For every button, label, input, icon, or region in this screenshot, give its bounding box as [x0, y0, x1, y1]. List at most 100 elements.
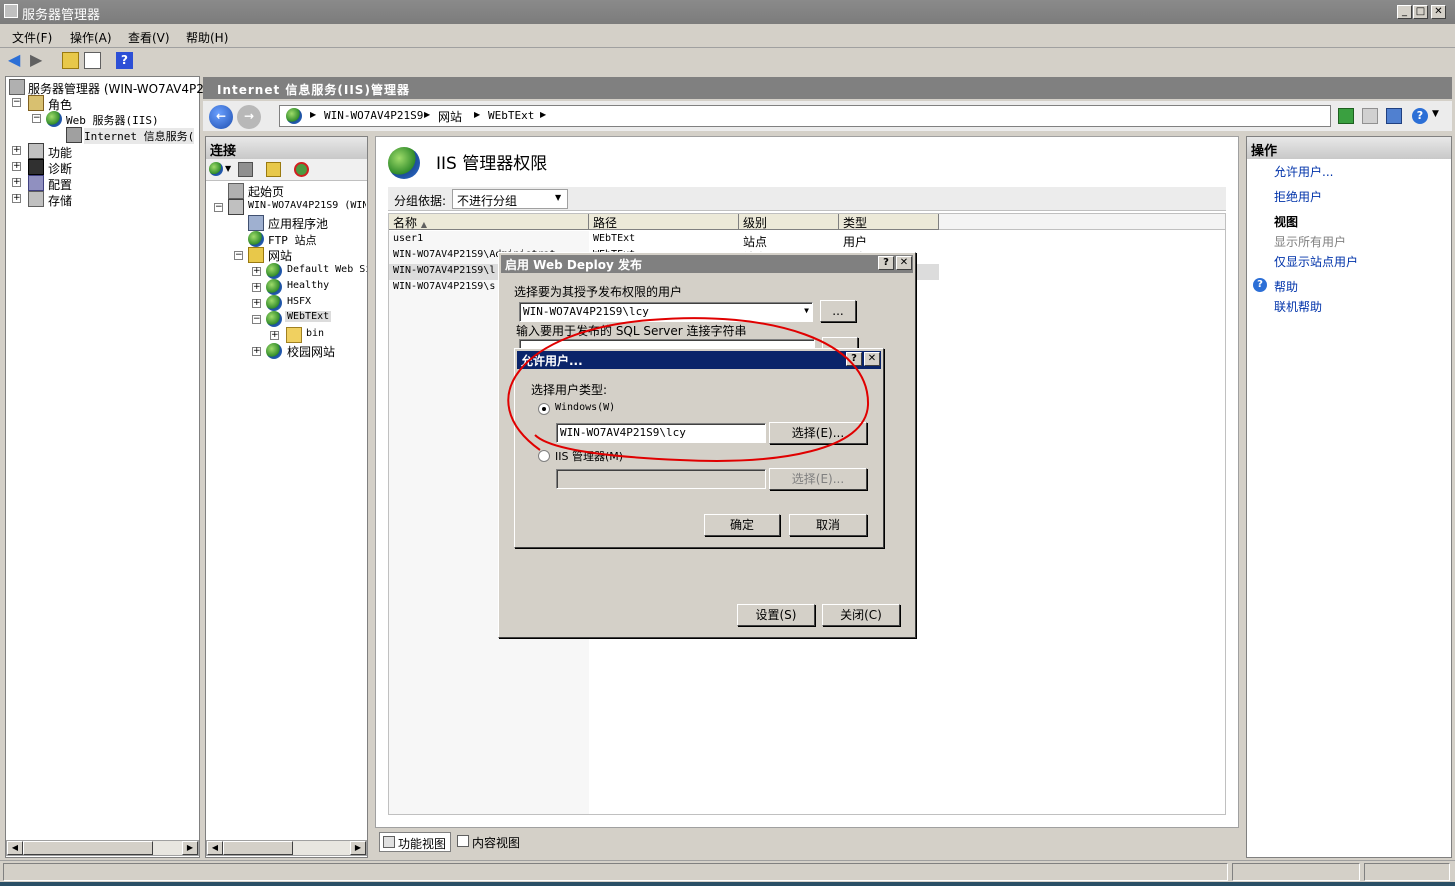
connect-globe-icon[interactable] — [209, 162, 223, 176]
ftp-icon — [248, 231, 264, 247]
site-globe-icon — [266, 311, 282, 327]
tree-web-server[interactable]: Web 服务器(IIS) — [66, 112, 159, 128]
scroll-right-button[interactable]: ▶ — [182, 841, 198, 855]
properties-icon[interactable] — [84, 52, 101, 69]
tree-sites[interactable]: 网站 — [268, 247, 292, 264]
stop-icon[interactable] — [1362, 108, 1378, 124]
save-icon[interactable] — [238, 162, 253, 177]
help-button[interactable]: ? — [878, 256, 894, 270]
nav-back-icon[interactable]: ← — [209, 105, 233, 129]
actions-pane: 操作 允许用户... 拒绝用户 视图 显示所有用户 仅显示站点用户 ? 帮助 联… — [1246, 136, 1452, 858]
chevron-down-icon[interactable]: ▼ — [225, 164, 231, 173]
tree-root[interactable]: 服务器管理器 (WIN-WO7AV4P21S — [28, 80, 219, 97]
address-field[interactable]: ▶ WIN-WO7AV4P21S9 ▶ 网站 ▶ WEbTExt ▶ — [279, 105, 1331, 127]
scroll-thumb[interactable] — [223, 841, 293, 855]
col-level[interactable]: 级别 — [739, 214, 839, 230]
expand-default-site[interactable]: + — [252, 267, 261, 276]
cancel-button[interactable]: 取消 — [789, 514, 867, 536]
menu-view[interactable]: 查看(V) — [128, 29, 170, 46]
server-manager-icon — [9, 79, 25, 95]
expand-bin[interactable]: + — [270, 331, 279, 340]
scroll-left-button[interactable]: ◀ — [7, 841, 23, 855]
tree-bin[interactable]: bin — [306, 328, 324, 339]
tree-features[interactable]: 功能 — [48, 144, 72, 161]
scroll-thumb[interactable] — [23, 841, 153, 855]
refresh-icon[interactable] — [1338, 108, 1354, 124]
nav-forward-icon[interactable]: → — [237, 105, 261, 129]
expand-healthy[interactable]: + — [252, 283, 261, 292]
up-folder-icon[interactable] — [62, 52, 79, 69]
tab-features-view-label: 功能视图 — [398, 837, 447, 851]
tree-start-page[interactable]: 起始页 — [248, 183, 284, 200]
breadcrumb-sep-icon: ▶ — [540, 110, 547, 119]
minimize-button[interactable]: _ — [1397, 5, 1412, 19]
breadcrumb-site[interactable]: WEbTExt — [488, 109, 534, 122]
expand-campus-site[interactable]: + — [252, 347, 261, 356]
disconnect-icon[interactable] — [294, 162, 309, 177]
action-show-site-users[interactable]: 仅显示站点用户 — [1274, 253, 1358, 270]
tree-campus-site[interactable]: 校园网站 — [287, 343, 335, 360]
chevron-down-icon[interactable]: ▼ — [1432, 109, 1439, 119]
up-folder-icon[interactable] — [266, 162, 281, 177]
menu-action[interactable]: 操作(A) — [70, 29, 112, 46]
table-row[interactable]: user1 WEbTExt 站点 用户 — [389, 232, 949, 249]
col-path[interactable]: 路径 — [589, 214, 739, 230]
ok-button[interactable]: 确定 — [704, 514, 780, 536]
deploy-close-button[interactable]: 关闭(C) — [822, 604, 900, 626]
expand-storage[interactable]: + — [12, 194, 21, 203]
back-arrow-icon[interactable]: ◀ — [8, 52, 25, 69]
deploy-setup-button[interactable]: 设置(S) — [737, 604, 815, 626]
expand-diagnostics[interactable]: + — [12, 162, 21, 171]
tree-configuration[interactable]: 配置 — [48, 176, 72, 193]
collapse-sites[interactable]: − — [234, 251, 243, 260]
help-dropdown-icon[interactable]: ? — [1412, 108, 1428, 124]
web-server-icon — [46, 111, 62, 127]
group-select[interactable]: 不进行分组 ▼ — [452, 189, 568, 209]
collapse-server[interactable]: − — [214, 203, 223, 212]
tree-webtext[interactable]: WEbTExt — [285, 311, 332, 322]
features-view-icon — [383, 836, 395, 848]
scroll-left-button[interactable]: ◀ — [207, 841, 223, 855]
close-button[interactable]: ✕ — [1431, 5, 1446, 19]
tree-hsfx[interactable]: HSFX — [287, 296, 311, 307]
action-deny-user[interactable]: 拒绝用户 — [1274, 188, 1322, 205]
tab-features-view[interactable]: 功能视图 — [379, 832, 451, 852]
maximize-button[interactable]: □ — [1413, 5, 1428, 19]
tab-content-view[interactable]: 内容视图 — [455, 832, 527, 852]
expand-hsfx[interactable]: + — [252, 299, 261, 308]
col-type[interactable]: 类型 — [839, 214, 939, 230]
close-button[interactable]: ✕ — [896, 256, 912, 270]
tree-storage[interactable]: 存储 — [48, 192, 72, 209]
tree-iis[interactable]: Internet 信息服务( — [84, 128, 195, 144]
tree-default-site[interactable]: Default Web Si — [287, 264, 367, 275]
group-label: 分组依据: — [394, 194, 447, 208]
menu-help[interactable]: 帮助(H) — [186, 29, 228, 46]
tree-server[interactable]: WIN-WO7AV4P21S9 (WIN — [248, 200, 366, 211]
left-tree-hscroll[interactable]: ◀ ▶ — [6, 840, 199, 856]
collapse-roles[interactable]: − — [12, 98, 21, 107]
menu-file[interactable]: 文件(F) — [12, 29, 52, 46]
breadcrumb-sites[interactable]: 网站 — [438, 108, 462, 125]
expand-configuration[interactable]: + — [12, 178, 21, 187]
tree-diagnostics[interactable]: 诊断 — [48, 160, 72, 177]
expand-features[interactable]: + — [12, 146, 21, 155]
collapse-webtext[interactable]: − — [252, 315, 261, 324]
help-icon[interactable]: ? — [116, 52, 133, 69]
home-icon[interactable] — [1386, 108, 1402, 124]
scroll-right-button[interactable]: ▶ — [350, 841, 366, 855]
breadcrumb-sep-icon: ▶ — [310, 110, 317, 119]
tree-ftp[interactable]: FTP 站点 — [268, 232, 317, 248]
connections-hscroll[interactable]: ◀ ▶ — [206, 840, 367, 856]
tree-app-pools[interactable]: 应用程序池 — [268, 215, 328, 232]
action-allow-user[interactable]: 允许用户... — [1274, 163, 1333, 180]
tree-healthy[interactable]: Healthy — [287, 280, 329, 291]
col-name[interactable]: 名称 ▲ — [389, 214, 589, 230]
actions-title: 操作 — [1247, 137, 1451, 159]
collapse-web-server[interactable]: − — [32, 114, 41, 123]
forward-arrow-icon[interactable]: ▶ — [30, 52, 47, 69]
help-icon: ? — [1253, 278, 1267, 292]
action-help[interactable]: 帮助 — [1274, 278, 1298, 295]
content-title: IIS 管理器权限 — [436, 154, 548, 174]
action-online-help[interactable]: 联机帮助 — [1274, 298, 1322, 315]
breadcrumb-server[interactable]: WIN-WO7AV4P21S9 — [324, 109, 423, 122]
